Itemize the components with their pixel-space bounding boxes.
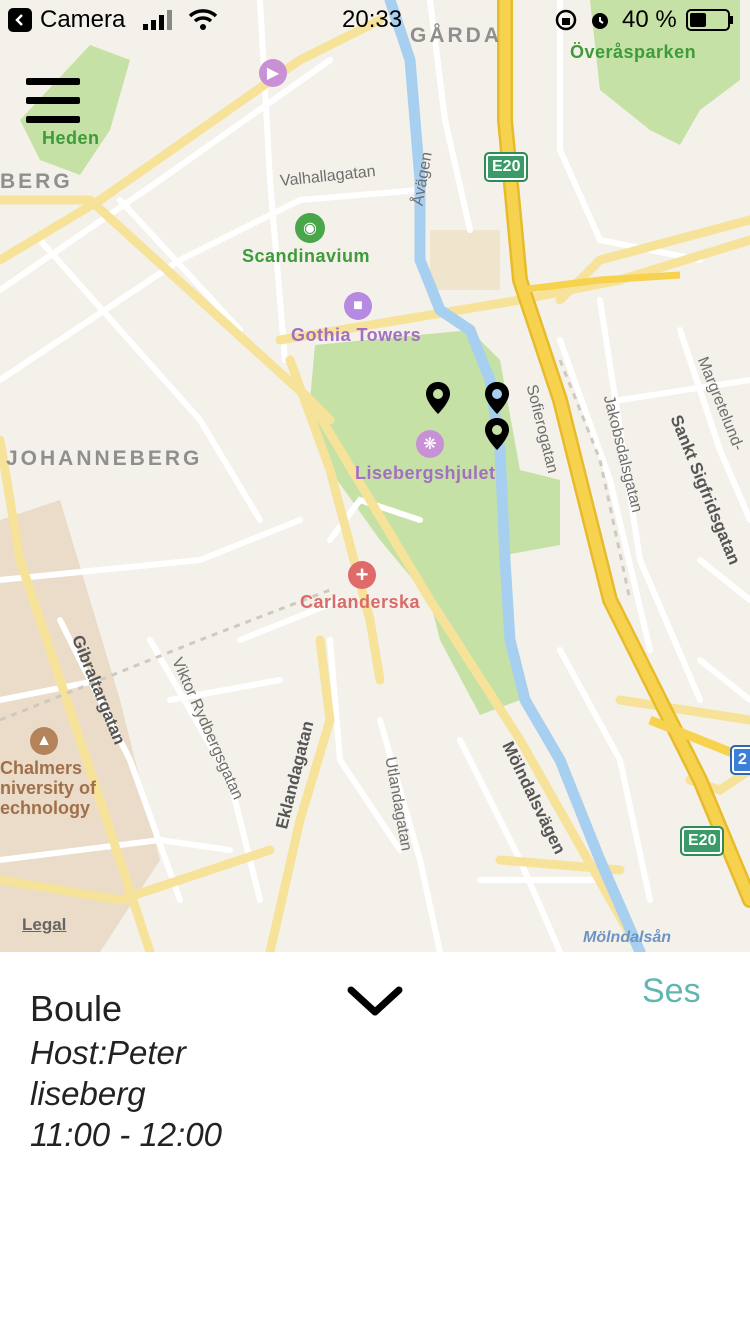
event-host: Host:Peter [30,1034,186,1071]
label-carlanderska: Carlanderska [300,592,421,612]
hotel-icon: ■ [344,292,372,320]
label-lisebergshjulet: Lisebergshjulet [355,463,496,483]
signal-icon [143,10,172,30]
event-location: liseberg [30,1075,146,1112]
stadium-icon: ◉ [295,213,325,243]
label-berg: BERG [0,170,73,193]
map-pin-2[interactable] [484,381,510,415]
ses-button[interactable]: Ses [642,972,701,1011]
status-bar: Camera 20:33 40 % [0,0,750,40]
clock: 20:33 [342,6,403,33]
label-heden: Heden [42,128,100,148]
label-chalmers-2: niversity of [0,778,97,798]
event-time-range: 11:00 - 12:00 [30,1116,223,1153]
chevron-down-icon[interactable] [345,980,405,1024]
label-molndalsan: Mölndalsån [583,929,672,946]
back-to-app-icon[interactable] [8,8,32,32]
road-shield-2: 2 [730,745,750,775]
label-chalmers-3: echnology [0,798,91,818]
road-shield-e20-north: E20 [484,152,529,182]
ferris-wheel-icon: ❋ [416,430,444,458]
menu-button[interactable] [26,78,82,128]
menu-bar-middle [26,97,80,104]
map-pin-1[interactable] [425,381,451,415]
battery-icon [686,9,733,31]
hospital-icon: + [348,561,376,589]
road-shield-e20-south: E20 [680,826,725,856]
label-overasparken: Överåsparken [570,42,697,62]
legal-link[interactable]: Legal [22,915,66,935]
map-pin-3[interactable] [484,417,510,451]
back-app-label[interactable]: Camera [40,6,125,34]
label-johanneberg: JOHANNEBERG [6,447,203,470]
event-detail-sheet: Boule Host:Peter liseberg 11:00 - 12:00 … [0,952,750,1334]
map-view[interactable]: Heden BERG GÅRDA JOHANNEBERG Valhallagat… [0,0,750,952]
label-gothia-towers: Gothia Towers [291,325,422,345]
label-chalmers-1: Chalmers [0,758,83,778]
rotation-lock-icon [555,9,577,31]
label-scandinavium: Scandinavium [242,246,371,266]
film-icon: ▶ [259,59,287,87]
menu-bar-bottom [26,116,80,123]
menu-bar-top [26,78,80,85]
event-title: Boule [30,988,123,1029]
battery-percent: 40 % [622,6,677,33]
wifi-icon [188,9,218,30]
university-icon: ▲ [30,727,58,755]
alarm-icon [592,13,608,29]
